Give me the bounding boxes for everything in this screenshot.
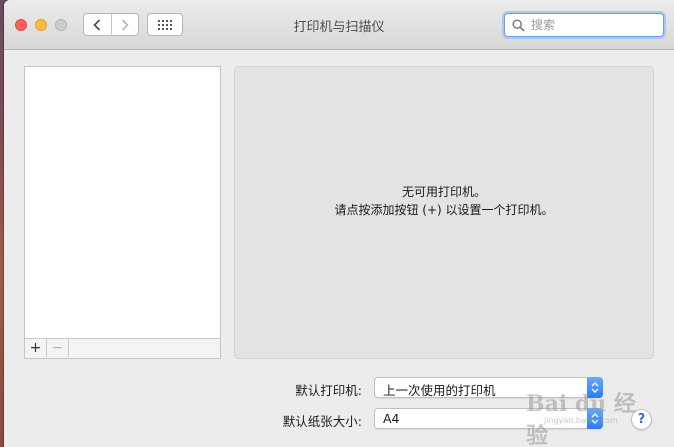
default-paper-popup[interactable]: A4	[374, 408, 603, 429]
printer-list[interactable]: + −	[24, 66, 221, 359]
no-printer-line-1: 无可用打印机。	[401, 185, 486, 199]
default-printer-value: 上一次使用的打印机	[383, 383, 496, 398]
titlebar: 打印机与扫描仪	[4, 0, 674, 50]
default-printer-row: 默认打印机: 上一次使用的打印机	[4, 377, 674, 399]
default-printer-popup[interactable]: 上一次使用的打印机	[374, 377, 603, 398]
add-printer-button[interactable]: +	[25, 339, 47, 357]
printer-list-footer: + −	[25, 338, 220, 358]
search-field[interactable]	[504, 13, 664, 37]
search-input[interactable]	[529, 17, 653, 33]
popup-arrows-icon	[587, 377, 603, 398]
default-paper-row: 默认纸张大小: A4	[4, 408, 674, 430]
default-paper-value: A4	[383, 411, 400, 426]
default-paper-label: 默认纸张大小:	[282, 414, 362, 429]
popup-arrows-icon	[587, 408, 603, 429]
help-button[interactable]: ?	[631, 409, 652, 430]
system-preferences-window: 打印机与扫描仪 + − 无可用打印机。 请点按添加按钮 (+) 以设置一个打印机…	[4, 0, 674, 447]
remove-printer-button[interactable]: −	[47, 339, 69, 357]
printer-detail-pane: 无可用打印机。 请点按添加按钮 (+) 以设置一个打印机。	[234, 66, 654, 359]
no-printer-message: 无可用打印机。 请点按添加按钮 (+) 以设置一个打印机。	[235, 183, 653, 219]
default-printer-label: 默认打印机:	[295, 383, 362, 398]
no-printer-line-2: 请点按添加按钮 (+) 以设置一个打印机。	[334, 203, 554, 217]
search-icon	[511, 18, 525, 32]
